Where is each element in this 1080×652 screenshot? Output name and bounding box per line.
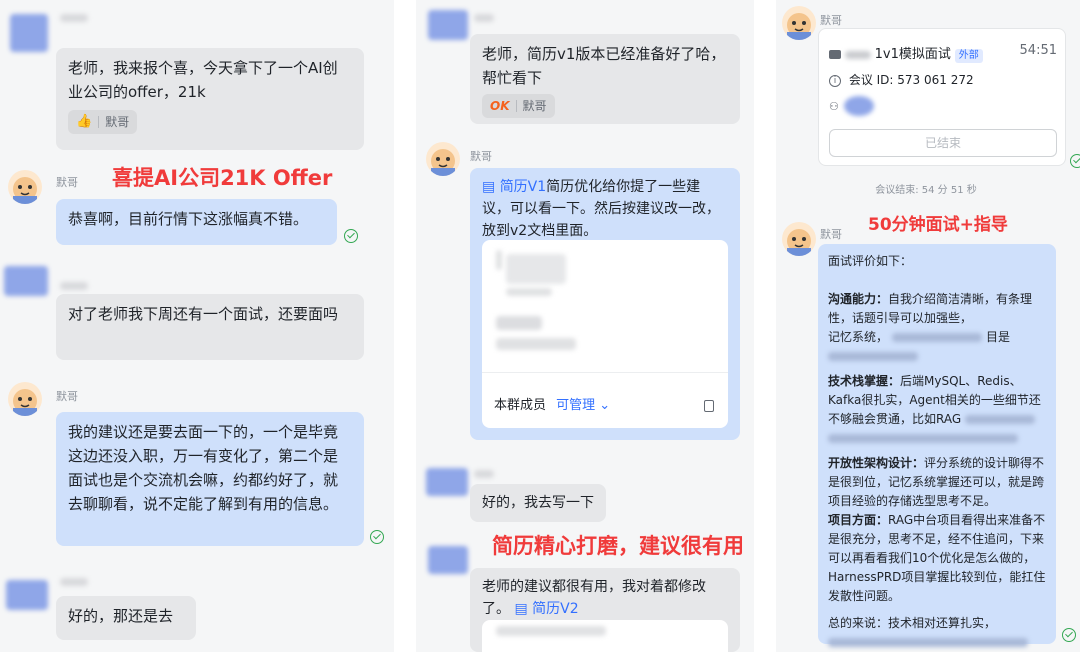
doc-icon: ▤ (482, 179, 500, 195)
chat-panel-left: 老师，我来报个喜，今天拿下了一个AI创业公司的offer，21k 👍 默哥 喜提… (0, 0, 394, 652)
sender-name: 默哥 (56, 390, 78, 403)
evaluation-bubble: 面试评价如下： 沟通能力：自我介绍简洁清晰，有条理性，话题引导可以加强些， 记忆… (818, 244, 1056, 647)
meeting-ended-button[interactable]: 已结束 (829, 129, 1057, 157)
message-bubble: 对了老师我下周还有一个面试，还要面吗 (56, 294, 364, 360)
doc-preview-card[interactable] (482, 620, 728, 652)
read-check-icon (344, 229, 358, 243)
participants-icon: ⚇ (829, 100, 839, 113)
user-avatar-blurred (428, 546, 468, 574)
user-avatar-blurred (6, 580, 48, 610)
teacher-avatar (8, 382, 42, 416)
ok-icon: OK (490, 99, 510, 113)
reply-bubble: 恭喜啊，目前行情下这涨幅真不错。 (56, 199, 337, 245)
reply-bubble: 我的建议还是要去面一下的，一个是毕竟这边还没入职，万一有变化了，第二个是面试也是… (56, 412, 364, 546)
meeting-end-note: 会议结束: 54 分 51 秒 (875, 185, 977, 196)
sender-name: 默哥 (56, 176, 78, 189)
highlight-caption: 喜提AI公司21K Offer (112, 166, 333, 190)
highlight-caption: 简历精心打磨，建议很有用 (492, 534, 744, 558)
chat-panel-right: 默哥 1v1模拟面试 外部 54:51 i 会议 ID: 573 061 272… (776, 0, 1080, 652)
read-check-icon (1062, 628, 1076, 642)
chat-panel-middle: 老师，简历v1版本已经准备好了哈，帮忙看下 OK 默哥 默哥 ▤ 简历V1简历优… (416, 0, 754, 652)
reaction-badge[interactable]: 👍 默哥 (68, 110, 138, 134)
message-bubble: 好的，那还是去 (56, 596, 196, 640)
user-avatar-blurred (426, 468, 468, 496)
user-avatar-blurred (4, 266, 48, 296)
user-avatar-blurred (10, 14, 48, 52)
meeting-card[interactable]: 1v1模拟面试 外部 54:51 i 会议 ID: 573 061 272 ⚇ … (818, 28, 1066, 166)
external-tag: 外部 (954, 49, 983, 63)
message-bubble: 老师，我来报个喜，今天拿下了一个AI创业公司的offer，21k 👍 默哥 (56, 48, 364, 150)
sender-name: 默哥 (470, 150, 492, 163)
message-bubble: 好的，我去写一下 (470, 484, 606, 522)
message-bubble: 老师，简历v1版本已经准备好了哈，帮忙看下 OK 默哥 (470, 34, 740, 124)
teacher-avatar (782, 222, 816, 256)
read-check-icon (1070, 154, 1080, 168)
meeting-duration: 54:51 (1019, 43, 1057, 58)
doc-preview-card[interactable]: 本群成员 可管理 ⌄ (482, 240, 728, 428)
members-label: 本群成员 (494, 398, 547, 413)
teacher-avatar (8, 170, 42, 204)
thumbs-up-icon: 👍 (76, 114, 93, 129)
teacher-avatar (782, 6, 816, 40)
doc-link-v1[interactable]: 简历V1 (500, 179, 546, 195)
read-check-icon (370, 530, 384, 544)
copy-icon[interactable] (704, 400, 714, 412)
user-avatar-blurred (428, 10, 468, 40)
meeting-title: 1v1模拟面试 (874, 47, 951, 62)
video-icon (829, 50, 841, 59)
sender-name: 默哥 (820, 228, 842, 241)
teacher-avatar (426, 142, 460, 176)
doc-icon: ▤ (514, 601, 533, 617)
meeting-id: 会议 ID: 573 061 272 (848, 73, 974, 87)
highlight-caption: 50分钟面试+指导 (868, 215, 1008, 235)
message-text: 老师，我来报个喜，今天拿下了一个AI创业公司的offer，21k (68, 59, 338, 101)
permission-dropdown[interactable]: 可管理 ⌄ (556, 398, 610, 413)
sender-name: 默哥 (820, 14, 842, 27)
info-icon: i (829, 74, 841, 87)
reaction-badge[interactable]: OK 默哥 (482, 94, 555, 118)
doc-link-v2[interactable]: 简历V2 (532, 601, 578, 617)
